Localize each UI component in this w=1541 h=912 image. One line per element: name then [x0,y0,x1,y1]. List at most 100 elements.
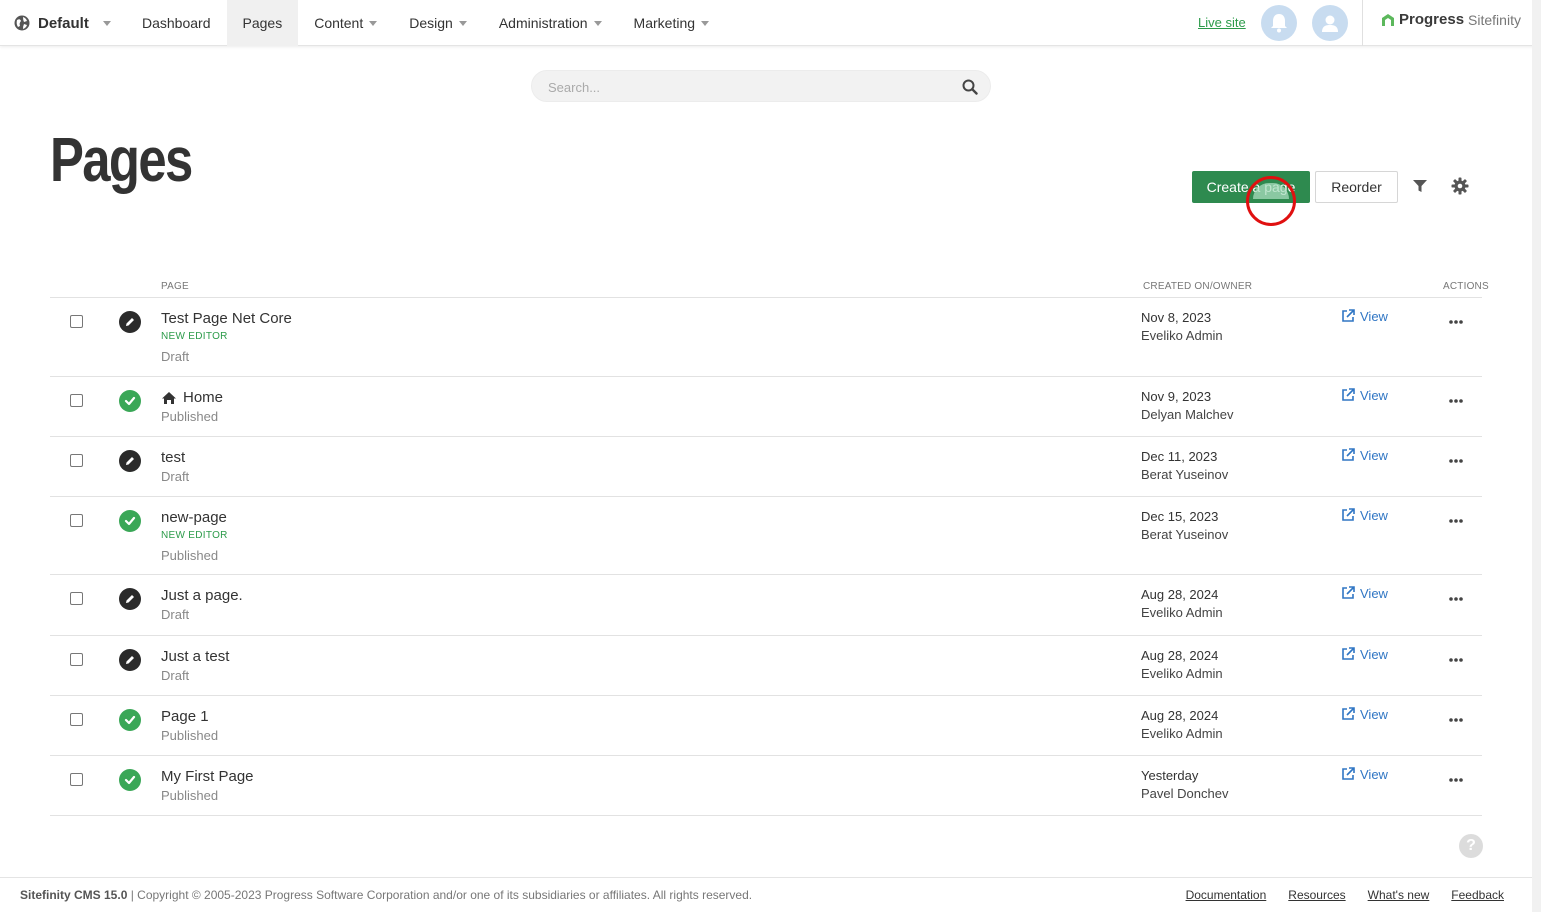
created-date: Dec 15, 2023 [1141,509,1219,524]
page-title-link[interactable]: My First Page [161,768,254,785]
nav-content[interactable]: Content [298,0,393,46]
row-checkbox[interactable] [70,454,83,467]
documentation-link[interactable]: Documentation [1186,888,1267,902]
status-draft-icon [119,450,141,472]
new-editor-badge: NEW EDITOR [161,530,228,541]
search-input[interactable] [548,77,948,97]
view-link[interactable]: View [1340,447,1388,463]
more-actions-icon[interactable] [1448,314,1464,330]
check-icon [124,516,136,526]
pencil-icon [126,595,134,603]
view-link[interactable]: View [1340,585,1388,601]
more-actions-icon[interactable] [1448,513,1464,529]
page-title-link[interactable]: Page 1 [161,708,209,725]
progress-logo-icon [1382,13,1394,26]
page-owner: Eveliko Admin [1141,726,1223,741]
gear-icon[interactable] [1451,177,1469,195]
pages-table: Test Page Net Core NEW EDITOR Draft Nov … [50,297,1482,816]
external-link-icon [1342,309,1355,322]
table-row: Just a test Draft Aug 28, 2024 Eveliko A… [50,636,1482,696]
search-icon[interactable] [962,79,978,95]
footer-links: Documentation Resources What's new Feedb… [1186,888,1504,902]
chevron-down-icon [102,20,111,26]
live-site-link[interactable]: Live site [1198,15,1246,30]
row-checkbox[interactable] [70,592,83,605]
footer: Sitefinity CMS 15.0 | Copyright © 2005-2… [0,877,1532,912]
create-page-button[interactable]: Create a page [1192,171,1310,203]
page-owner: Eveliko Admin [1141,666,1223,681]
copyright-text: | Copyright © 2005-2023 Progress Softwar… [130,888,753,902]
page-status: Draft [161,607,190,622]
more-actions-icon[interactable] [1448,772,1464,788]
header-divider [1362,0,1363,46]
page-status: Draft [161,349,190,364]
pencil-icon [126,656,134,664]
page-status: Published [161,409,219,424]
view-link[interactable]: View [1340,766,1388,782]
more-actions-icon[interactable] [1448,453,1464,469]
table-row: Page 1 Published Aug 28, 2024 Eveliko Ad… [50,696,1482,756]
nav-marketing[interactable]: Marketing [618,0,725,46]
created-date: Nov 8, 2023 [1141,310,1212,325]
page-title-link[interactable]: Test Page Net Core [161,310,292,327]
column-header-actions: ACTIONS [1443,281,1489,292]
chevron-down-icon [369,20,378,26]
row-checkbox[interactable] [70,653,83,666]
more-actions-icon[interactable] [1448,712,1464,728]
more-actions-icon[interactable] [1448,591,1464,607]
created-date: Aug 28, 2024 [1141,648,1219,663]
nav-administration[interactable]: Administration [483,0,618,46]
notifications-button[interactable] [1261,5,1297,41]
page-owner: Delyan Malchev [1141,407,1234,422]
row-checkbox[interactable] [70,394,83,407]
resources-link[interactable]: Resources [1288,888,1345,902]
view-link[interactable]: View [1340,308,1388,324]
page-owner: Eveliko Admin [1141,605,1223,620]
external-link-icon [1342,508,1355,521]
external-link-icon [1342,647,1355,660]
page-title-link[interactable]: new-page [161,509,227,526]
filter-icon[interactable] [1411,177,1429,195]
help-icon[interactable]: ? [1459,834,1483,858]
nav-dashboard[interactable]: Dashboard [126,0,227,46]
more-actions-icon[interactable] [1448,652,1464,668]
more-actions-icon[interactable] [1448,393,1464,409]
page-title-link[interactable]: Home [183,389,223,406]
created-date: Nov 9, 2023 [1141,389,1212,404]
globe-icon [14,15,30,31]
row-checkbox[interactable] [70,713,83,726]
created-date: Yesterday [1141,768,1199,783]
user-menu-button[interactable] [1312,5,1348,41]
page-title-link[interactable]: test [161,449,185,466]
reorder-button[interactable]: Reorder [1315,171,1398,203]
view-link[interactable]: View [1340,507,1388,523]
created-date: Dec 11, 2023 [1141,449,1218,464]
top-navigation-bar: Default Dashboard Pages Content Design A… [0,0,1541,46]
check-icon [124,396,136,406]
page-title-link[interactable]: Just a test [161,648,229,665]
view-link[interactable]: View [1340,646,1388,662]
nav-design[interactable]: Design [393,0,483,46]
feedback-link[interactable]: Feedback [1451,888,1504,902]
site-selector[interactable]: Default [14,0,111,46]
vertical-scrollbar[interactable] [1532,0,1541,912]
page-status: Published [161,548,219,563]
view-link[interactable]: View [1340,706,1388,722]
external-link-icon [1342,388,1355,401]
whats-new-link[interactable]: What's new [1368,888,1430,902]
table-row: Test Page Net Core NEW EDITOR Draft Nov … [50,298,1482,377]
check-icon [124,775,136,785]
view-link[interactable]: View [1340,387,1388,403]
row-checkbox[interactable] [70,514,83,527]
row-checkbox[interactable] [70,773,83,786]
progress-sitefinity-logo: Progress Sitefinity [1381,11,1521,28]
column-header-created: CREATED ON/OWNER [1143,281,1253,292]
nav-pages[interactable]: Pages [226,0,299,46]
page-title: Pages [50,126,193,195]
user-icon [1322,15,1338,32]
main-navigation: Dashboard Pages Content Design Administr… [126,0,725,46]
chevron-down-icon [701,20,710,26]
row-checkbox[interactable] [70,315,83,328]
status-draft-icon [119,649,141,671]
page-title-link[interactable]: Just a page. [161,587,243,604]
